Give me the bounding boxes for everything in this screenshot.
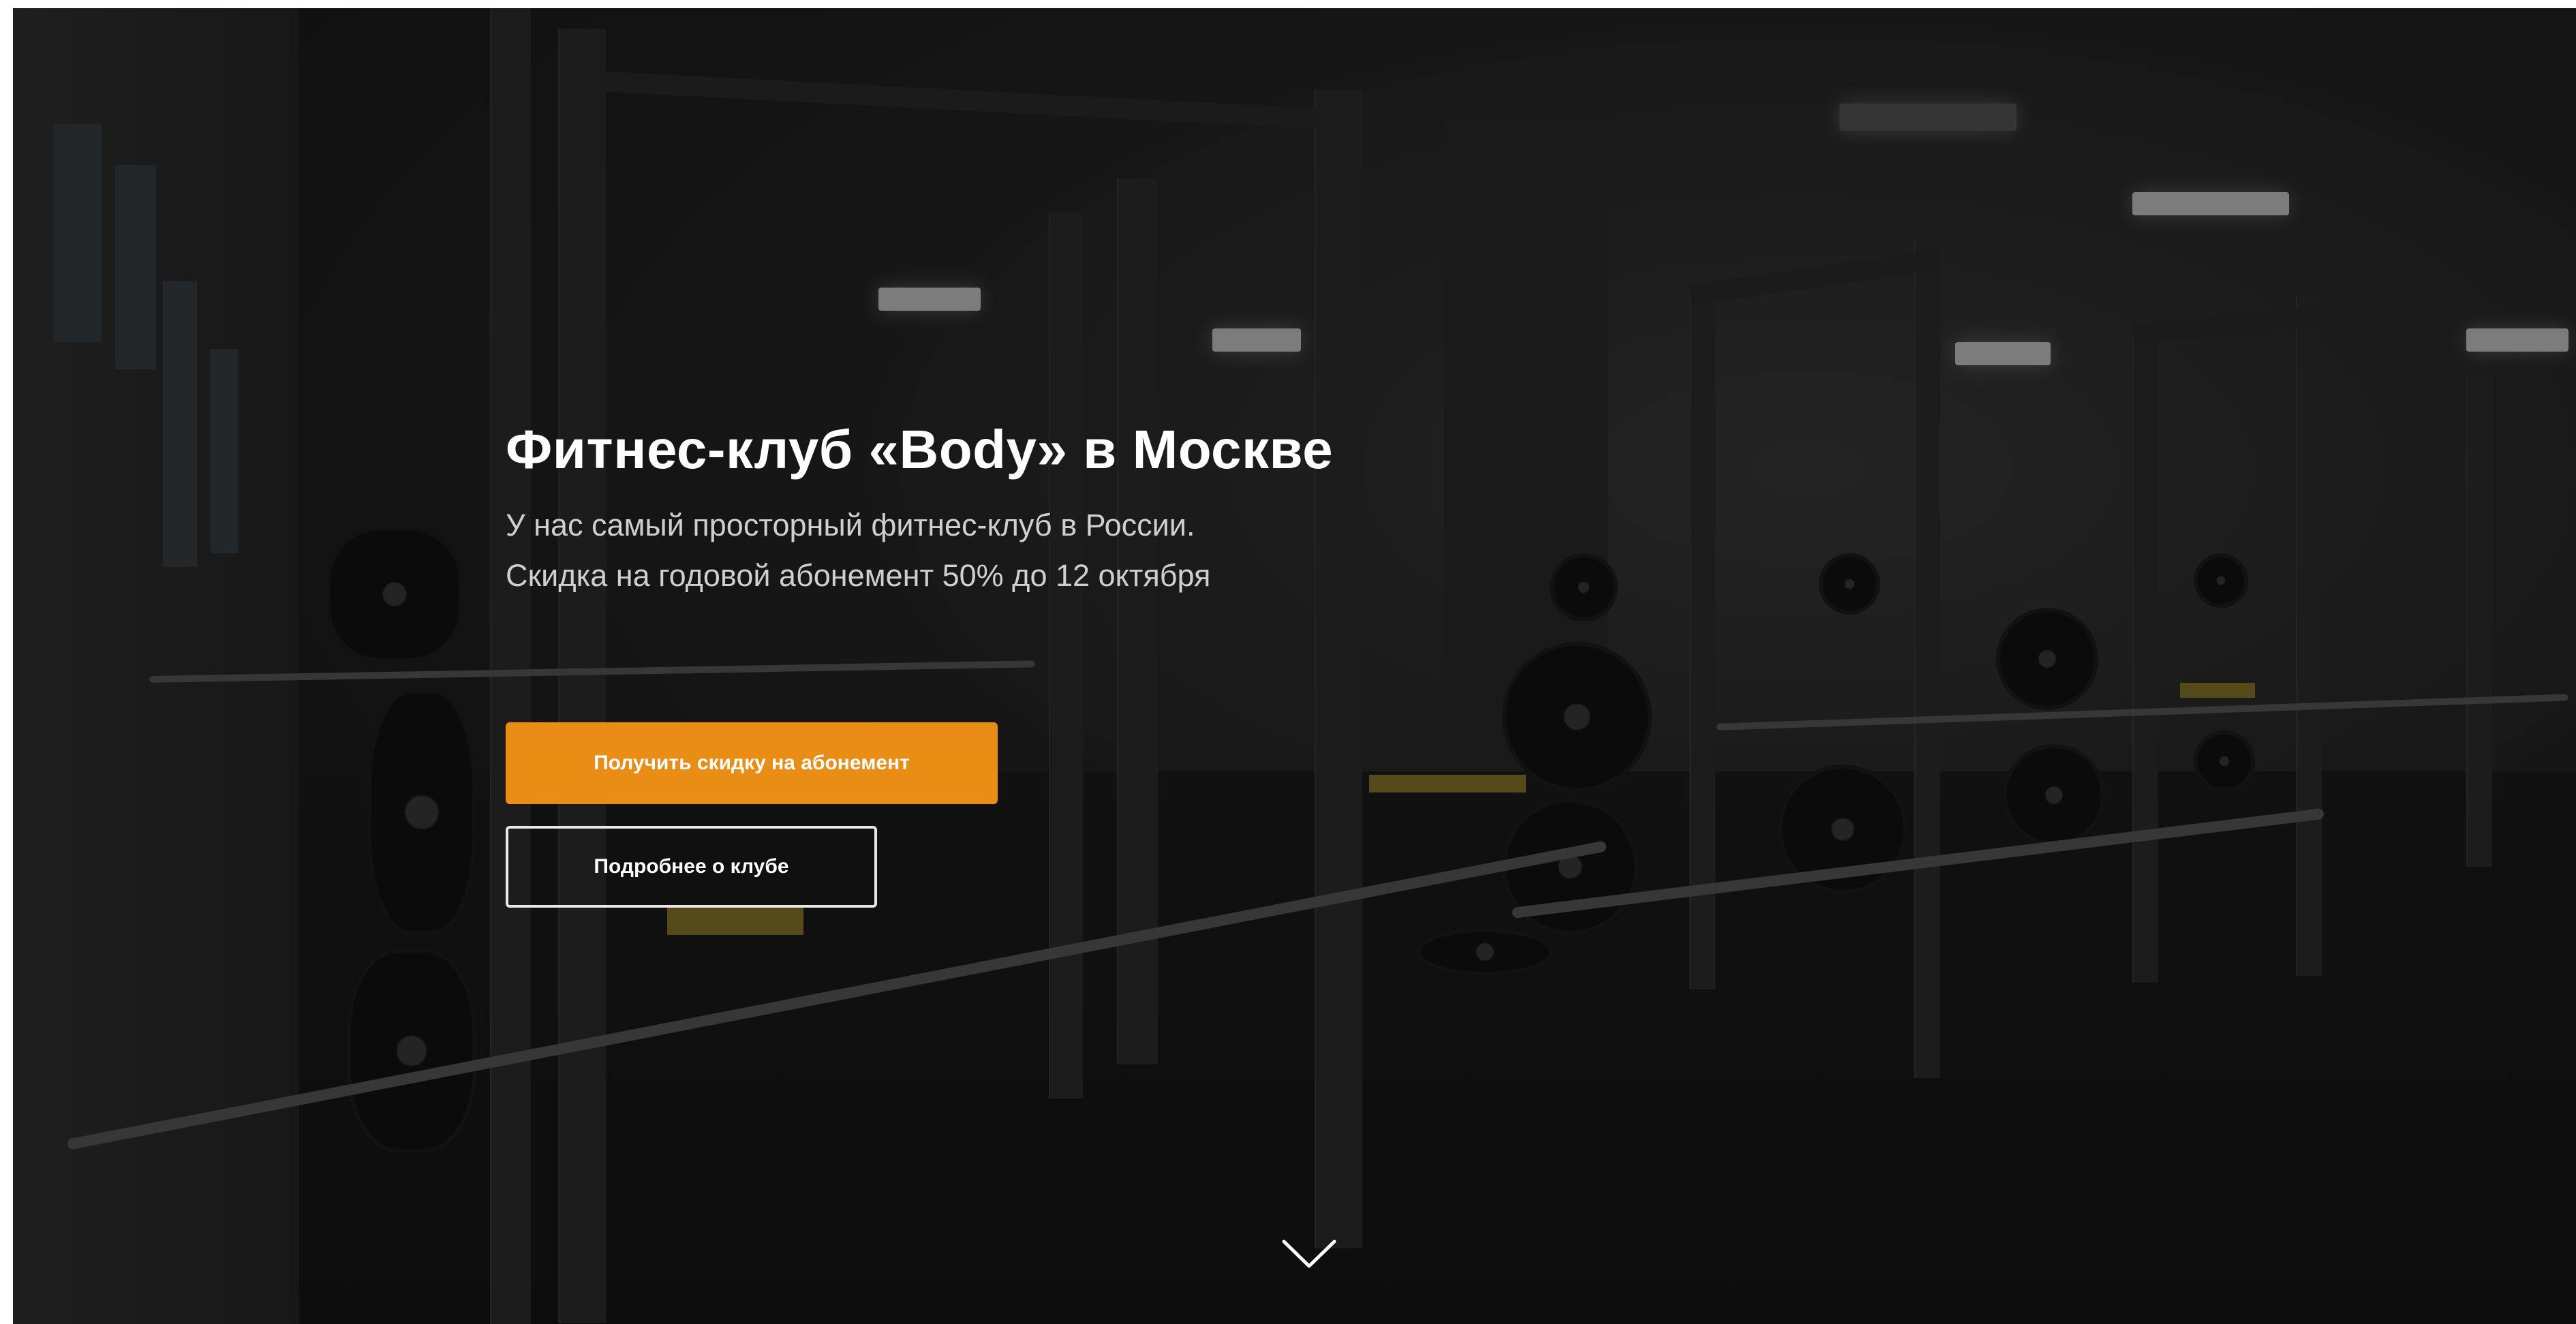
hero-content: Фитнес-клуб «Body» в Москве У нас самый … bbox=[506, 417, 1528, 601]
get-discount-button[interactable]: Получить скидку на абонемент bbox=[506, 722, 998, 804]
hero-subtitle: У нас самый просторный фитнес-клуб в Рос… bbox=[506, 500, 1528, 601]
chevron-down-icon[interactable] bbox=[1280, 1233, 1338, 1274]
hero-background-image bbox=[13, 8, 2576, 1324]
subtitle-line: У нас самый просторный фитнес-клуб в Рос… bbox=[506, 508, 1195, 542]
subtitle-line: Скидка на годовой абонемент 50% до 12 ок… bbox=[506, 558, 1211, 593]
about-club-button[interactable]: Подробнее о клубе bbox=[506, 826, 877, 908]
hero-section bbox=[13, 8, 2576, 1324]
page-title: Фитнес-клуб «Body» в Москве bbox=[506, 419, 1334, 480]
